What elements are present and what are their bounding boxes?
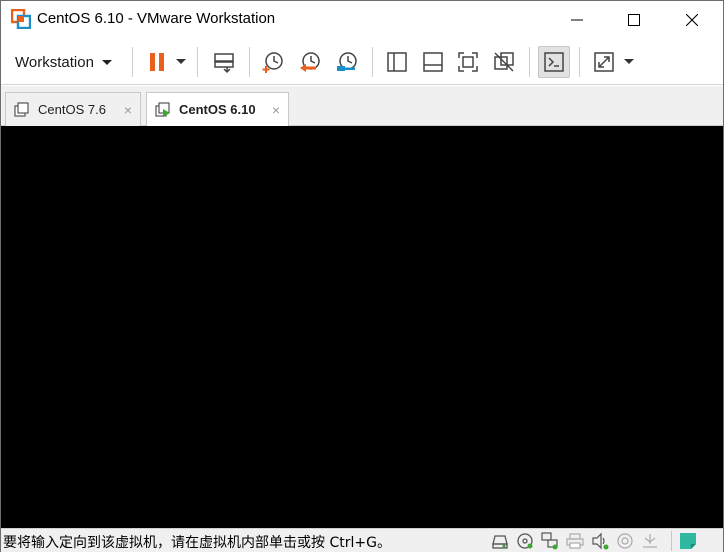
usb-icon[interactable] — [641, 532, 659, 550]
message-log-icon[interactable] — [679, 532, 697, 550]
toolbar-divider — [372, 47, 373, 77]
tab-centos-6-10[interactable]: CentOS 6.10 × — [146, 92, 289, 127]
show-thumbnail-bar-button[interactable] — [417, 46, 449, 78]
window-title: CentOS 6.10 - VMware Workstation — [37, 10, 276, 27]
revert-snapshot-button[interactable] — [294, 46, 326, 78]
revert-snapshot-icon — [300, 52, 320, 72]
close-tab-icon[interactable]: × — [124, 102, 132, 118]
stretch-guest-button[interactable] — [588, 46, 620, 78]
unity-button[interactable] — [488, 46, 520, 78]
vmware-logo-icon — [10, 8, 32, 30]
tab-label: CentOS 6.10 — [179, 102, 256, 117]
minimize-button[interactable] — [551, 1, 603, 39]
tab-label: CentOS 7.6 — [38, 102, 106, 117]
sound-card-icon[interactable] — [591, 532, 609, 550]
maximize-icon — [628, 14, 640, 26]
unity-icon — [494, 52, 514, 72]
close-button[interactable] — [666, 1, 718, 39]
show-thumbnail-bar-icon — [423, 52, 443, 72]
close-icon — [686, 14, 698, 26]
status-bar: 要将输入定向到该虚拟机，请在虚拟机内部单击或按 Ctrl+G。 — [1, 528, 723, 552]
vm-running-icon — [155, 101, 171, 118]
stretch-dropdown-icon[interactable] — [624, 59, 634, 64]
stretch-guest-icon — [594, 52, 614, 72]
take-snapshot-icon — [262, 52, 283, 73]
toolbar-divider — [579, 47, 580, 77]
show-library-icon — [387, 52, 407, 72]
maximize-button[interactable] — [608, 1, 660, 39]
snapshot-manager-button[interactable] — [331, 46, 363, 78]
console-view-icon — [544, 52, 564, 72]
workstation-menu-label: Workstation — [15, 53, 94, 71]
show-library-button[interactable] — [381, 46, 413, 78]
vm-icon — [14, 101, 30, 118]
minimize-icon — [571, 19, 583, 21]
toolbar: Workstation — [1, 39, 723, 85]
snapshot-manager-icon — [337, 52, 357, 71]
close-tab-icon[interactable]: × — [272, 102, 280, 118]
network-adapter-icon[interactable] — [541, 532, 559, 550]
tab-centos-7-6[interactable]: CentOS 7.6 × — [5, 92, 141, 126]
workstation-menu[interactable]: Workstation — [9, 49, 118, 75]
status-divider — [671, 531, 672, 551]
hard-disk-icon[interactable] — [491, 532, 509, 550]
printer-icon[interactable] — [566, 532, 584, 550]
send-ctrl-alt-del-icon — [214, 53, 234, 74]
vmware-window: CentOS 6.10 - VMware Workstation Worksta… — [0, 0, 724, 552]
pause-dropdown-icon[interactable] — [176, 59, 186, 64]
display-icon[interactable] — [616, 532, 634, 550]
full-screen-button[interactable] — [452, 46, 484, 78]
pause-icon — [150, 53, 164, 71]
toolbar-divider — [197, 47, 198, 77]
toolbar-divider — [132, 47, 133, 77]
take-snapshot-button[interactable] — [257, 46, 289, 78]
send-ctrl-alt-del-button[interactable] — [208, 46, 240, 78]
vm-console[interactable] — [1, 126, 723, 528]
toolbar-divider — [249, 47, 250, 77]
title-bar: CentOS 6.10 - VMware Workstation — [1, 1, 723, 39]
chevron-down-icon — [101, 59, 112, 65]
full-screen-icon — [458, 52, 478, 72]
status-message: 要将输入定向到该虚拟机，请在虚拟机内部单击或按 Ctrl+G。 — [3, 535, 391, 551]
vm-tab-bar: CentOS 7.6 × CentOS 6.10 × — [1, 86, 723, 127]
cd-dvd-icon[interactable] — [516, 532, 534, 550]
console-view-button[interactable] — [538, 46, 570, 78]
toolbar-divider — [529, 47, 530, 77]
pause-button[interactable] — [141, 46, 173, 78]
